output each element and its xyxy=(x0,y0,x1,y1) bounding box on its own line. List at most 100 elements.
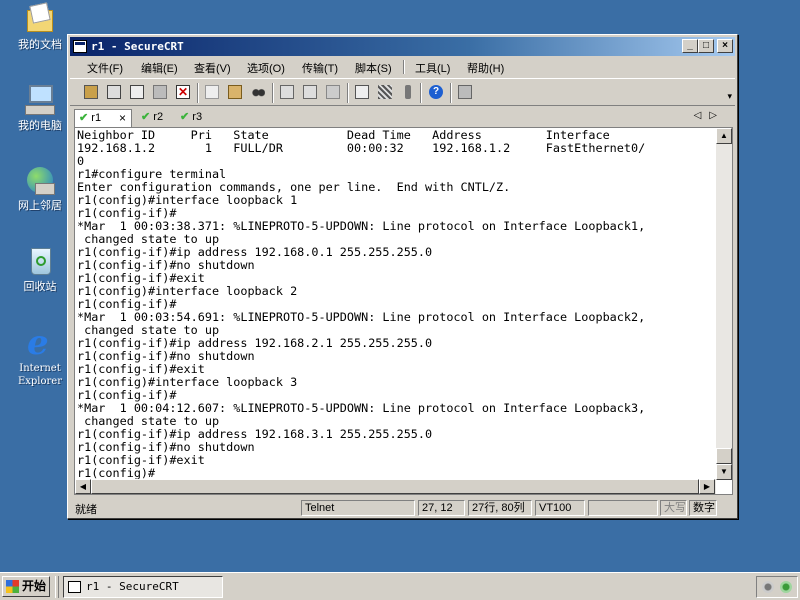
my-documents-icon xyxy=(23,2,57,36)
menu-edit[interactable]: 编辑(E) xyxy=(141,60,178,76)
taskbar-button-securecrt[interactable]: r1 - SecureCRT xyxy=(63,576,223,598)
toolbar-overflow-icon[interactable]: ▾ xyxy=(727,91,732,102)
close-button[interactable]: × xyxy=(717,39,733,53)
toolbar: ✕ ? ▾ xyxy=(70,78,735,106)
status-caps-lock: 大写 xyxy=(660,500,687,516)
toolbar-separator xyxy=(450,83,452,103)
network-tray-icon[interactable] xyxy=(780,581,792,593)
global-options-icon[interactable] xyxy=(376,83,394,101)
print-icon[interactable] xyxy=(301,83,319,101)
connected-check-icon: ✔ xyxy=(180,111,190,123)
tab-r1[interactable]: ✔ r1 × xyxy=(74,109,132,127)
desktop-icon-network-places[interactable]: 网上邻居 xyxy=(8,163,72,213)
desktop-icon-label: Internet Explorer xyxy=(17,363,63,387)
horizontal-scrollbar[interactable]: ◀ ▶ xyxy=(75,479,716,494)
desktop-icon-label: 我的电脑 xyxy=(18,120,62,132)
find-icon[interactable] xyxy=(249,83,267,101)
paste-icon[interactable] xyxy=(226,83,244,101)
system-tray xyxy=(756,576,798,598)
recycle-bin-icon xyxy=(23,244,57,278)
desktop-icon-my-computer[interactable]: 我的电脑 xyxy=(8,83,72,133)
terminal-line: r1(config)# xyxy=(77,466,156,480)
windows-logo-icon xyxy=(6,580,19,593)
menu-bar: 文件(F) 编辑(E) 查看(V) 选项(O) 传输(T) 脚本(S) 工具(L… xyxy=(70,57,735,77)
my-computer-icon xyxy=(23,83,57,117)
about-icon[interactable] xyxy=(456,83,474,101)
status-emulation: VT100 xyxy=(535,500,585,516)
toolbar-separator xyxy=(420,83,422,103)
window-title: r1 - SecureCRT xyxy=(91,40,184,53)
maximize-button[interactable]: □ xyxy=(698,39,714,53)
desktop-icon-recycle-bin[interactable]: 回收站 xyxy=(8,244,72,294)
start-button[interactable]: 开始 xyxy=(2,576,50,597)
scroll-thumb[interactable] xyxy=(716,448,732,464)
tab-r2[interactable]: ✔ r2 xyxy=(137,109,173,127)
status-num-lock: 数字 xyxy=(689,500,717,516)
network-places-icon xyxy=(23,163,57,197)
session-options-icon[interactable] xyxy=(353,83,371,101)
connected-check-icon: ✔ xyxy=(141,111,151,123)
status-bar: 就绪 Telnet 27, 12 27行, 80列 VT100 大写 数字 xyxy=(70,499,735,517)
tab-label: r1 xyxy=(91,112,102,124)
desktop-icon-label: 回收站 xyxy=(23,281,57,293)
tab-label: r3 xyxy=(192,111,203,123)
status-cursor-position: 27, 12 xyxy=(418,500,465,516)
terminal-line: r1(config-if)#exit xyxy=(77,453,205,467)
print-setup-icon[interactable] xyxy=(278,83,296,101)
menu-file[interactable]: 文件(F) xyxy=(87,60,123,76)
securecrt-app-icon[interactable] xyxy=(73,40,87,53)
start-label: 开始 xyxy=(22,579,47,593)
connect-icon[interactable] xyxy=(82,83,100,101)
minimize-button[interactable]: _ xyxy=(682,39,698,53)
scroll-down-icon[interactable]: ▼ xyxy=(716,464,732,480)
menu-separator xyxy=(403,60,405,74)
task-label: r1 - SecureCRT xyxy=(86,580,179,593)
menu-options[interactable]: 选项(O) xyxy=(247,60,285,76)
window-titlebar[interactable]: r1 - SecureCRT _ □ × xyxy=(70,37,735,56)
menu-script[interactable]: 脚本(S) xyxy=(355,60,392,76)
desktop-icon-label: 网上邻居 xyxy=(18,200,62,212)
connect-tab-icon[interactable] xyxy=(128,83,146,101)
status-blank-panel xyxy=(588,500,658,516)
desktop-icon-label: 我的文档 xyxy=(18,39,62,51)
taskbar-handle xyxy=(55,576,59,598)
terminal-area[interactable]: Neighbor ID Pri State Dead Time Address … xyxy=(74,127,733,495)
scroll-left-icon[interactable]: ◀ xyxy=(75,479,91,494)
terminal-output[interactable]: Neighbor ID Pri State Dead Time Address … xyxy=(77,129,715,479)
desktop-icon-internet-explorer[interactable]: e Internet Explorer xyxy=(8,325,72,388)
menu-help[interactable]: 帮助(H) xyxy=(467,60,504,76)
print-selection-icon[interactable] xyxy=(324,83,342,101)
disconnect-icon[interactable]: ✕ xyxy=(174,83,192,101)
keymap-icon[interactable] xyxy=(399,83,417,101)
volume-tray-icon[interactable] xyxy=(762,581,774,593)
tab-r3[interactable]: ✔ r3 xyxy=(176,109,212,127)
status-protocol: Telnet xyxy=(301,500,415,516)
internet-explorer-icon: e xyxy=(27,323,49,363)
tab-label: r2 xyxy=(153,111,164,123)
securecrt-window: r1 - SecureCRT _ □ × 文件(F) 编辑(E) 查看(V) 选… xyxy=(67,34,738,519)
menu-tools[interactable]: 工具(L) xyxy=(415,60,450,76)
terminal-line: 192.168.1.2 1 FULL/DR 00:00:32 192.168.1… xyxy=(77,141,646,155)
scroll-up-icon[interactable]: ▲ xyxy=(716,128,732,144)
vertical-scrollbar[interactable]: ▲ ▼ xyxy=(716,128,732,480)
copy-icon[interactable] xyxy=(203,83,221,101)
securecrt-task-icon xyxy=(68,581,81,593)
toolbar-separator xyxy=(272,83,274,103)
status-ready: 就绪 xyxy=(75,504,97,516)
tab-close-icon[interactable]: × xyxy=(119,110,126,126)
toolbar-separator xyxy=(197,83,199,103)
desktop-icon-my-documents[interactable]: 我的文档 xyxy=(8,2,72,52)
session-tabs: ✔ r1 × ✔ r2 ✔ r3 ◁▷ xyxy=(70,107,735,127)
scroll-right-icon[interactable]: ▶ xyxy=(699,479,715,494)
menu-transfer[interactable]: 传输(T) xyxy=(302,60,338,76)
help-icon[interactable]: ? xyxy=(427,83,445,101)
quick-connect-icon[interactable] xyxy=(105,83,123,101)
reconnect-icon[interactable] xyxy=(151,83,169,101)
menu-view[interactable]: 查看(V) xyxy=(194,60,231,76)
hscroll-thumb[interactable] xyxy=(91,479,699,494)
connected-check-icon: ✔ xyxy=(79,112,89,124)
toolbar-separator xyxy=(347,83,349,103)
status-terminal-size: 27行, 80列 xyxy=(468,500,532,516)
taskbar: 开始 r1 - SecureCRT xyxy=(0,572,800,600)
tab-scroll-arrows-icon[interactable]: ◁▷ xyxy=(694,110,725,121)
